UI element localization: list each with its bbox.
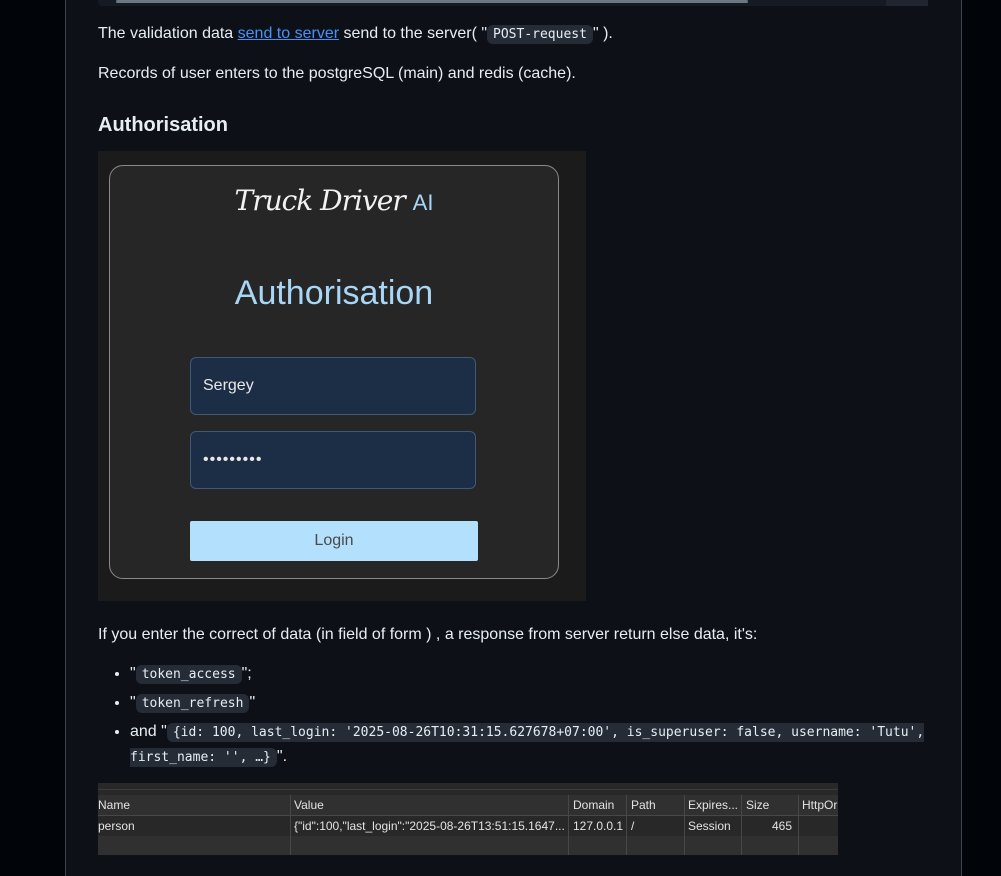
column-divider[interactable] bbox=[684, 795, 685, 855]
brand-ai: AI bbox=[412, 190, 434, 215]
col-size[interactable]: Size bbox=[746, 795, 798, 815]
intro-suffix: " ). bbox=[592, 25, 613, 42]
intro-middle: send to the server( " bbox=[339, 25, 488, 42]
response-paragraph: If you enter the correct of data (in fie… bbox=[98, 626, 758, 643]
col-expires[interactable]: Expires... bbox=[688, 795, 740, 815]
username-field[interactable]: Sergey bbox=[190, 357, 476, 415]
col-value[interactable]: Value bbox=[294, 795, 566, 815]
post-request-code: POST-request bbox=[487, 25, 593, 44]
token-refresh-code: token_refresh bbox=[135, 694, 250, 713]
token-list: "token_access"; "token_refresh" and "{id… bbox=[98, 662, 950, 774]
login-button[interactable]: Login bbox=[190, 521, 478, 561]
brand-logo: Truck Driver AI bbox=[110, 184, 558, 217]
col-path[interactable]: Path bbox=[631, 795, 683, 815]
records-paragraph: Records of user enters to the postgreSQL… bbox=[98, 65, 576, 82]
list-item: and "{id: 100, last_login: '2025-08-26T1… bbox=[130, 720, 950, 770]
table-row[interactable]: person {"id":100,"last_login":"2025-08-2… bbox=[98, 816, 838, 836]
cookie-domain: 127.0.0.1 bbox=[573, 819, 624, 833]
login-screenshot: Truck Driver AI Authorisation Sergey •••… bbox=[98, 151, 586, 601]
cookie-path: / bbox=[631, 819, 635, 833]
cookies-table-screenshot: Name Value Domain Path Expires... Size H… bbox=[98, 783, 838, 855]
user-object-code: {id: 100, last_login: '2025-08-26T10:31:… bbox=[130, 723, 925, 767]
column-divider[interactable] bbox=[568, 795, 569, 855]
login-card: Truck Driver AI Authorisation Sergey •••… bbox=[109, 165, 559, 579]
column-divider[interactable] bbox=[798, 795, 799, 855]
column-divider[interactable] bbox=[290, 795, 291, 855]
item2-suffix: " bbox=[249, 694, 256, 711]
item1-suffix: "; bbox=[241, 665, 252, 682]
cookies-table-header: Name Value Domain Path Expires... Size H… bbox=[98, 795, 838, 816]
validation-paragraph: The validation data send to server send … bbox=[98, 23, 613, 46]
column-divider[interactable] bbox=[626, 795, 627, 855]
list-item: "token_refresh" bbox=[130, 691, 950, 716]
item3-prefix: and " bbox=[130, 723, 167, 740]
scrollbar-end bbox=[886, 0, 928, 6]
cookie-name: person bbox=[98, 819, 135, 833]
cookie-expires: Session bbox=[688, 819, 731, 833]
col-domain[interactable]: Domain bbox=[573, 795, 625, 815]
brand-name: Truck Driver bbox=[234, 184, 406, 217]
auth-title: Authorisation bbox=[234, 274, 434, 312]
col-name[interactable]: Name bbox=[98, 795, 288, 815]
intro-prefix: The validation data bbox=[98, 25, 238, 42]
open-quote: " bbox=[130, 665, 136, 682]
section-title: Authorisation bbox=[98, 114, 228, 136]
password-field[interactable]: ••••••••• bbox=[190, 431, 476, 489]
column-divider[interactable] bbox=[741, 795, 742, 855]
item3-suffix: ". bbox=[276, 748, 288, 765]
list-item: "token_access"; bbox=[130, 662, 950, 687]
open-quote: " bbox=[130, 694, 136, 711]
token-access-code: token_access bbox=[135, 665, 242, 684]
send-to-server-link[interactable]: send to server bbox=[238, 25, 339, 42]
cookie-value: {"id":100,"last_login":"2025-08-26T13:51… bbox=[294, 819, 565, 833]
col-httponly[interactable]: HttpOr bbox=[802, 795, 838, 815]
code-block-scrollbar[interactable] bbox=[98, 0, 928, 6]
scrollbar-thumb[interactable] bbox=[116, 0, 748, 3]
cookie-httponly bbox=[802, 816, 838, 836]
cookie-size: 465 bbox=[771, 819, 792, 833]
filter-bar bbox=[98, 783, 838, 790]
empty-row bbox=[98, 836, 838, 855]
